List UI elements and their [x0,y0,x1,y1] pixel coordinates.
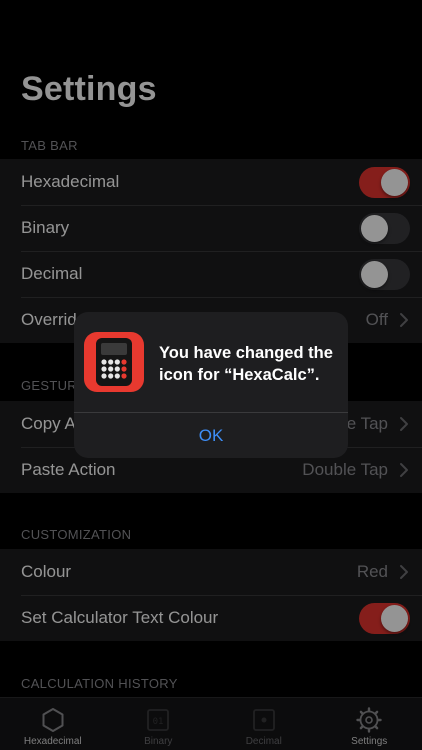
ok-button[interactable]: OK [74,413,348,458]
calculator-app-icon [84,332,144,392]
settings-screen: Settings TAB BAR Hexadecimal Binary Deci… [0,0,422,750]
icon-changed-alert: You have changed the icon for “HexaCalc”… [74,312,348,458]
alert-message: You have changed the icon for “HexaCalc”… [159,344,333,384]
